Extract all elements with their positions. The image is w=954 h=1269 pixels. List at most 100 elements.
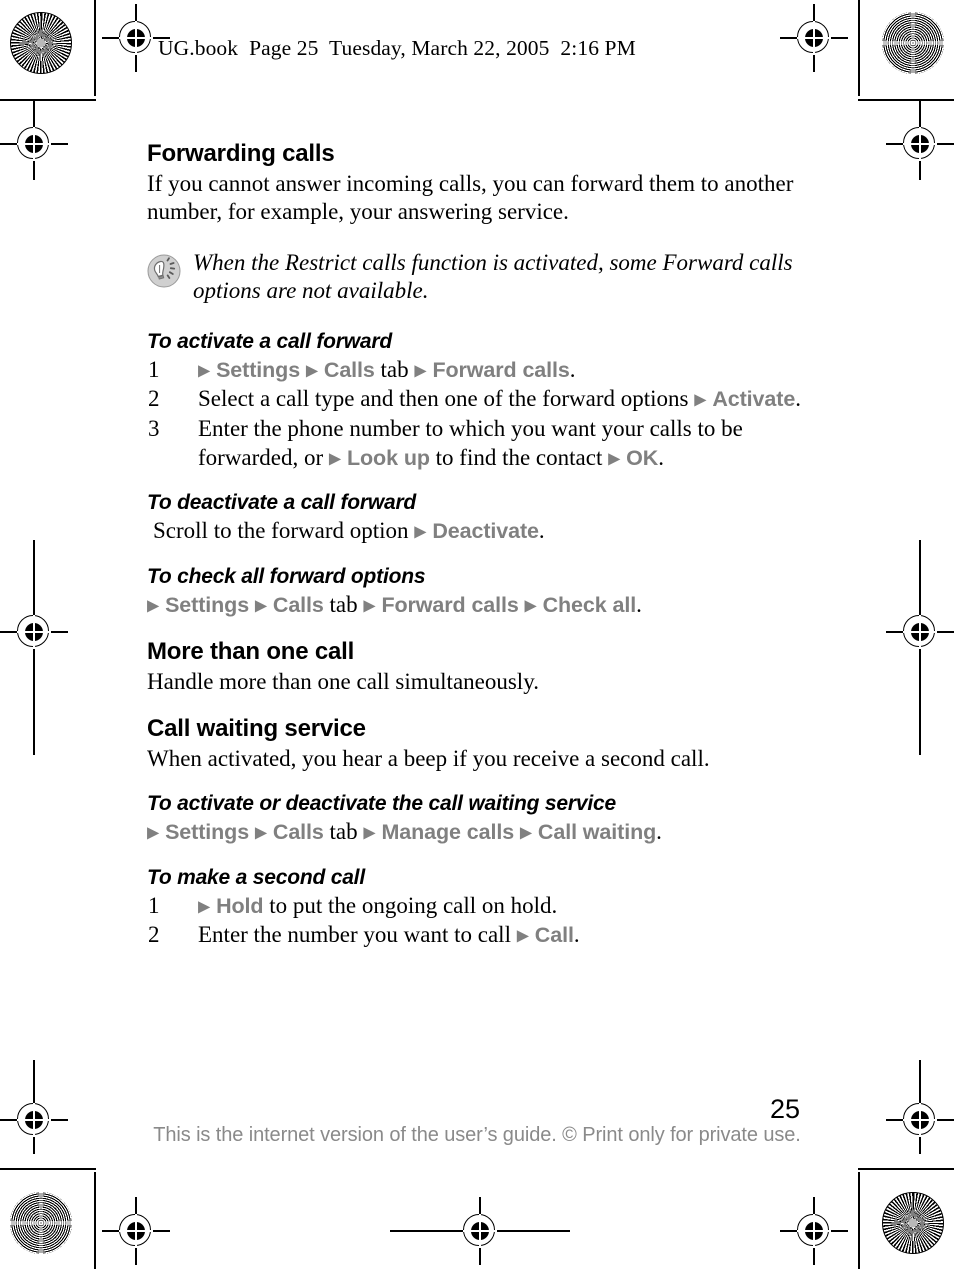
- step-text: .: [573, 921, 580, 947]
- step-text: tab: [374, 357, 415, 383]
- page-number: 25: [770, 1094, 801, 1124]
- line-check-all-forward-options: ▶ Settings ▶ Calls tab ▶ Forward calls ▶…: [147, 590, 819, 619]
- lightbulb-tip-icon: [147, 254, 181, 288]
- menu-arrow-icon: ▶: [414, 362, 427, 380]
- section-title-call-waiting-service: Call waiting service: [147, 715, 366, 743]
- ui-term-call-waiting: Call waiting: [537, 820, 657, 845]
- ui-term-settings: Settings: [165, 820, 250, 845]
- section-title-more-than-one-call: More than one call: [147, 637, 355, 665]
- step-text: to put the ongoing call on hold.: [263, 892, 558, 918]
- tip-note-block: When the Restrict calls function is acti…: [147, 249, 819, 306]
- star-burst-target-top-left: [10, 12, 72, 74]
- ui-term-call: Call: [534, 922, 574, 947]
- crop-line-right-bottom-horizontal: [858, 1168, 954, 1170]
- list-item: 1 ▶ Settings ▶ Calls tab ▶ Forward calls.: [147, 355, 819, 384]
- line-deactivate-call-forward: Scroll to the forward option ▶ Deactivat…: [147, 516, 819, 545]
- ui-term-calls: Calls: [272, 592, 324, 617]
- menu-arrow-icon: ▶: [254, 597, 268, 615]
- step-number: 1: [148, 357, 160, 383]
- registration-mark-right-middle: [886, 598, 954, 666]
- registration-mark-left-middle: [0, 598, 68, 666]
- ui-term-activate: Activate: [712, 387, 796, 412]
- list-item: 3 Enter the phone number to which you wan…: [147, 414, 819, 473]
- heading-to-deactivate-call-forward: To deactivate a call forward: [147, 491, 417, 515]
- section-title-forwarding-calls: Forwarding calls: [147, 140, 335, 167]
- ui-term-settings: Settings: [216, 358, 301, 383]
- menu-arrow-icon: ▶: [414, 523, 427, 541]
- intro-paragraph: If you cannot answer incoming calls, you…: [147, 171, 794, 225]
- crop-line-top-right-vertical: [858, 0, 860, 96]
- line-activate-deactivate-call-waiting: ▶ Settings ▶ Calls tab ▶ Manage calls ▶ …: [147, 817, 819, 846]
- ui-term-look-up: Look up: [346, 445, 430, 470]
- tip-note-text: When the Restrict calls function is acti…: [193, 249, 793, 303]
- crop-line-left-top-horizontal: [0, 99, 96, 101]
- registration-mark-bottom-right: [780, 1197, 848, 1265]
- ui-term-calls: Calls: [272, 820, 324, 845]
- step-text: tab: [323, 819, 364, 845]
- star-burst-target-bottom-right: [882, 1192, 944, 1254]
- registration-mark-top-right: [780, 4, 848, 72]
- ui-term-deactivate: Deactivate: [432, 519, 539, 544]
- list-item: 2 Enter the number you want to call ▶ Cal…: [147, 920, 819, 949]
- file-header-stamp: UG.book Page 25 Tuesday, March 22, 2005 …: [158, 36, 636, 60]
- registration-mark-bottom-left: [102, 1197, 170, 1265]
- step-text: Scroll to the forward option: [153, 518, 415, 544]
- heading-activate-deactivate-call-waiting: To activate or deactivate the call waiti…: [147, 792, 616, 816]
- ui-term-settings: Settings: [165, 592, 250, 617]
- step-text: to find the contact: [429, 444, 609, 470]
- registration-mark-left-upper: [0, 110, 68, 178]
- footer-copyright-note: This is the internet version of the user…: [153, 1124, 801, 1146]
- step-text: Enter the number you want to call: [198, 921, 517, 947]
- step-text: Select a call type and then one of the f…: [198, 386, 695, 412]
- paragraph-more-than-one-call: Handle more than one call simultaneously…: [147, 668, 539, 694]
- crop-line-left-bottom-horizontal: [0, 1168, 96, 1170]
- step-number: 2: [148, 921, 160, 947]
- menu-arrow-icon: ▶: [516, 927, 530, 945]
- ui-term-calls: Calls: [323, 358, 375, 383]
- registration-mark-right-upper: [886, 110, 954, 178]
- crop-line-bottom-left-vertical: [94, 1172, 96, 1269]
- step-text: .: [656, 819, 662, 845]
- ui-term-ok: OK: [626, 445, 659, 470]
- crop-line-right-top-horizontal: [858, 99, 954, 101]
- steps-make-second-call: 1 ▶ Hold to put the ongoing call on hold.…: [147, 891, 819, 950]
- menu-arrow-icon: ▶: [694, 391, 707, 409]
- crop-line-top-left-vertical: [94, 0, 96, 96]
- menu-arrow-icon: ▶: [363, 824, 376, 842]
- step-text: .: [569, 357, 576, 383]
- step-number: 1: [148, 892, 160, 918]
- list-item: 1 ▶ Hold to put the ongoing call on hold.: [147, 891, 819, 920]
- concentric-ring-target-top-right: [882, 12, 944, 74]
- menu-arrow-icon: ▶: [147, 824, 160, 842]
- step-text: tab: [323, 591, 364, 617]
- menu-arrow-icon: ▶: [363, 597, 376, 615]
- heading-to-activate-call-forward: To activate a call forward: [147, 330, 392, 354]
- menu-arrow-icon: ▶: [519, 824, 533, 842]
- step-number: 2: [148, 386, 160, 412]
- registration-mark-bottom-center: [446, 1197, 514, 1265]
- concentric-ring-target-bottom-left: [10, 1192, 72, 1254]
- steps-activate-call-forward: 1 ▶ Settings ▶ Calls tab ▶ Forward calls.…: [147, 355, 819, 472]
- menu-arrow-icon: ▶: [147, 597, 160, 615]
- step-text: .: [538, 518, 545, 544]
- menu-arrow-icon: ▶: [328, 450, 342, 468]
- menu-arrow-icon: ▶: [608, 450, 621, 468]
- document-page: UG.book Page 25 Tuesday, March 22, 2005 …: [0, 0, 954, 1269]
- step-text: .: [658, 444, 664, 470]
- ui-term-manage-calls: Manage calls: [381, 820, 515, 845]
- step-text: .: [795, 386, 801, 412]
- menu-arrow-icon: ▶: [524, 597, 537, 615]
- document-content: Forwarding calls If you cannot answer in…: [147, 140, 819, 949]
- menu-arrow-icon: ▶: [305, 362, 319, 380]
- ui-term-check-all: Check all: [542, 592, 637, 617]
- heading-to-make-a-second-call: To make a second call: [147, 865, 365, 889]
- crop-line-bottom-right-vertical: [858, 1172, 860, 1269]
- ui-term-hold: Hold: [216, 893, 264, 918]
- menu-arrow-icon: ▶: [254, 824, 268, 842]
- list-item: 2 Select a call type and then one of the …: [147, 384, 819, 413]
- step-number: 3: [148, 415, 160, 441]
- paragraph-call-waiting-service: When activated, you hear a beep if you r…: [147, 746, 710, 772]
- ui-term-forward-calls: Forward calls: [432, 358, 570, 383]
- heading-to-check-all-forward-options: To check all forward options: [147, 564, 426, 588]
- ui-term-forward-calls: Forward calls: [381, 592, 519, 617]
